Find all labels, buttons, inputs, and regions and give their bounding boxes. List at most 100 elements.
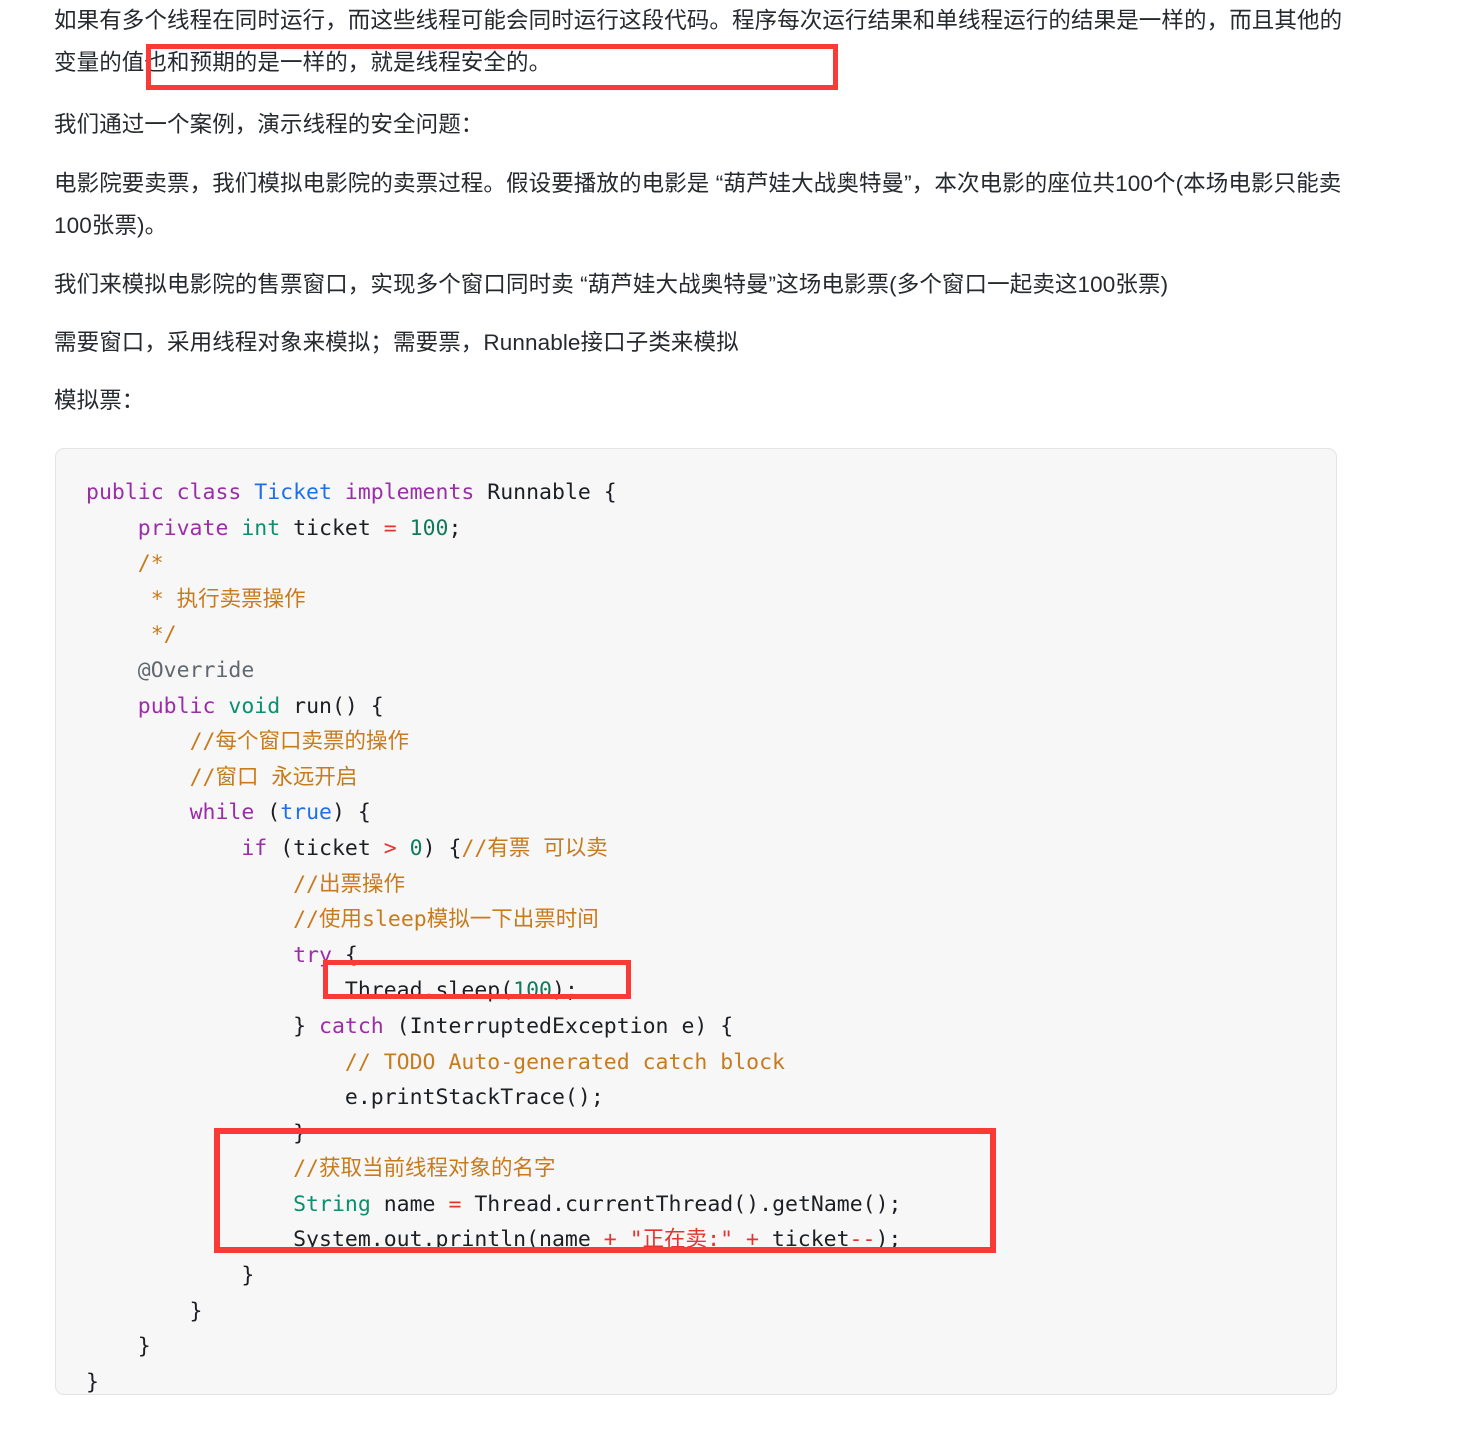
code-token: /* [86, 551, 164, 577]
code-line: private int ticket = 100; [86, 515, 462, 541]
code-token: //获取当前线程对象的名字 [293, 1156, 556, 1182]
code-token: ticket [758, 1227, 850, 1253]
code-token: (ticket [280, 835, 384, 861]
code-line: //出票操作 [86, 872, 405, 897]
code-token: true [280, 800, 332, 826]
code-token: 100 [513, 978, 552, 1004]
code-token: public [137, 693, 229, 719]
code-token: //每个窗口卖票的操作 [189, 729, 409, 755]
code-line: public void run() { [86, 694, 384, 719]
paragraph-ticket-windows: 我们来模拟电影院的售票窗口，实现多个窗口同时卖 “葫芦娃大战奥特曼”这场电影票(… [54, 272, 1169, 297]
code-token: = [383, 515, 397, 541]
code-content: public class Ticket implements Runnable … [56, 449, 1336, 1400]
code-token: > [383, 835, 397, 861]
code-line: @Override [86, 657, 255, 683]
code-token: + [603, 1227, 617, 1253]
code-token: Thread.sleep( [86, 978, 514, 1004]
paragraph-cinema-tickets: 电影院要卖票，我们模拟电影院的卖票过程。假设要播放的电影是 “葫芦娃大战奥特曼”… [54, 171, 1342, 238]
code-token: } [86, 1334, 151, 1360]
code-token: catch [319, 1013, 397, 1039]
code-token: ticket [293, 515, 384, 541]
code-token: ) { [331, 800, 371, 826]
code-line: // TODO Auto-generated catch block [86, 1050, 785, 1075]
code-token: public [86, 480, 177, 505]
code-token: int [241, 515, 294, 541]
code-token: -- [849, 1227, 876, 1253]
code-line: } [86, 1334, 151, 1359]
code-token: try [293, 942, 345, 968]
code-token: //有票 可以卖 [461, 835, 608, 861]
code-line: * 执行卖票操作 [86, 587, 306, 612]
code-line: //使用sleep模拟一下出票时间 [86, 907, 599, 932]
code-line: String name = Thread.currentThread().get… [86, 1191, 902, 1217]
code-token: ); [552, 978, 578, 1004]
code-token: */ [86, 622, 177, 648]
code-token: } [86, 1369, 99, 1395]
code-token: } [86, 1263, 255, 1289]
code-token: //窗口 永远开启 [189, 764, 358, 790]
code-token: //出票操作 [293, 871, 405, 897]
code-token: String [293, 1191, 384, 1217]
code-line: /* [86, 551, 164, 576]
code-line: } [86, 1299, 203, 1324]
paragraph-case-demo: 我们通过一个案例，演示线程的安全问题： [54, 112, 484, 137]
code-line: while (true) { [86, 800, 371, 825]
code-token: ); [875, 1227, 902, 1253]
code-token: (InterruptedException e) { [396, 1013, 734, 1039]
code-token: name [383, 1191, 449, 1217]
code-line: if (ticket > 0) {//有票 可以卖 [86, 835, 608, 861]
code-token: //使用sleep模拟一下出票时间 [293, 907, 599, 933]
code-token: while [189, 800, 268, 826]
code-line: //获取当前线程对象的名字 [86, 1156, 556, 1182]
code-line: try { [86, 943, 358, 968]
code-token: ) { [422, 835, 462, 861]
paragraph-runnable-hint: 需要窗口，采用线程对象来模拟；需要票，Runnable接口子类来模拟 [54, 330, 739, 355]
code-line: public class Ticket implements Runnable … [86, 480, 617, 505]
code-line: } [86, 1370, 99, 1395]
code-token: 100 [409, 515, 449, 541]
code-token: 0 [409, 835, 423, 861]
code-token: { [344, 942, 358, 968]
code-token: } [86, 1120, 307, 1146]
code-token: class [176, 480, 255, 505]
code-line: } [86, 1121, 306, 1146]
code-token: = [448, 1191, 462, 1217]
code-token: if [241, 835, 281, 861]
code-line: } catch (InterruptedException e) { [86, 1014, 733, 1039]
code-token: e.printStackTrace(); [86, 1085, 604, 1111]
code-token: + [745, 1227, 759, 1253]
code-line: e.printStackTrace(); [86, 1085, 604, 1110]
code-token: ( [267, 800, 281, 826]
code-token: implements [344, 480, 488, 505]
code-token: Thread.currentThread().getName(); [461, 1191, 902, 1217]
code-token: Ticket [254, 480, 345, 505]
code-token: void [228, 693, 294, 719]
code-line: } [86, 1263, 254, 1288]
code-line: System.out.println(name + "正在卖:" + ticke… [86, 1227, 901, 1252]
code-token: ; [448, 515, 462, 541]
code-token: * 执行卖票操作 [86, 586, 306, 612]
code-token: } [86, 1298, 203, 1324]
code-line: //窗口 永远开启 [86, 764, 358, 790]
code-token: // TODO Auto-generated catch block [344, 1049, 785, 1075]
code-token: @Override [137, 657, 255, 683]
code-token: run [293, 693, 332, 719]
